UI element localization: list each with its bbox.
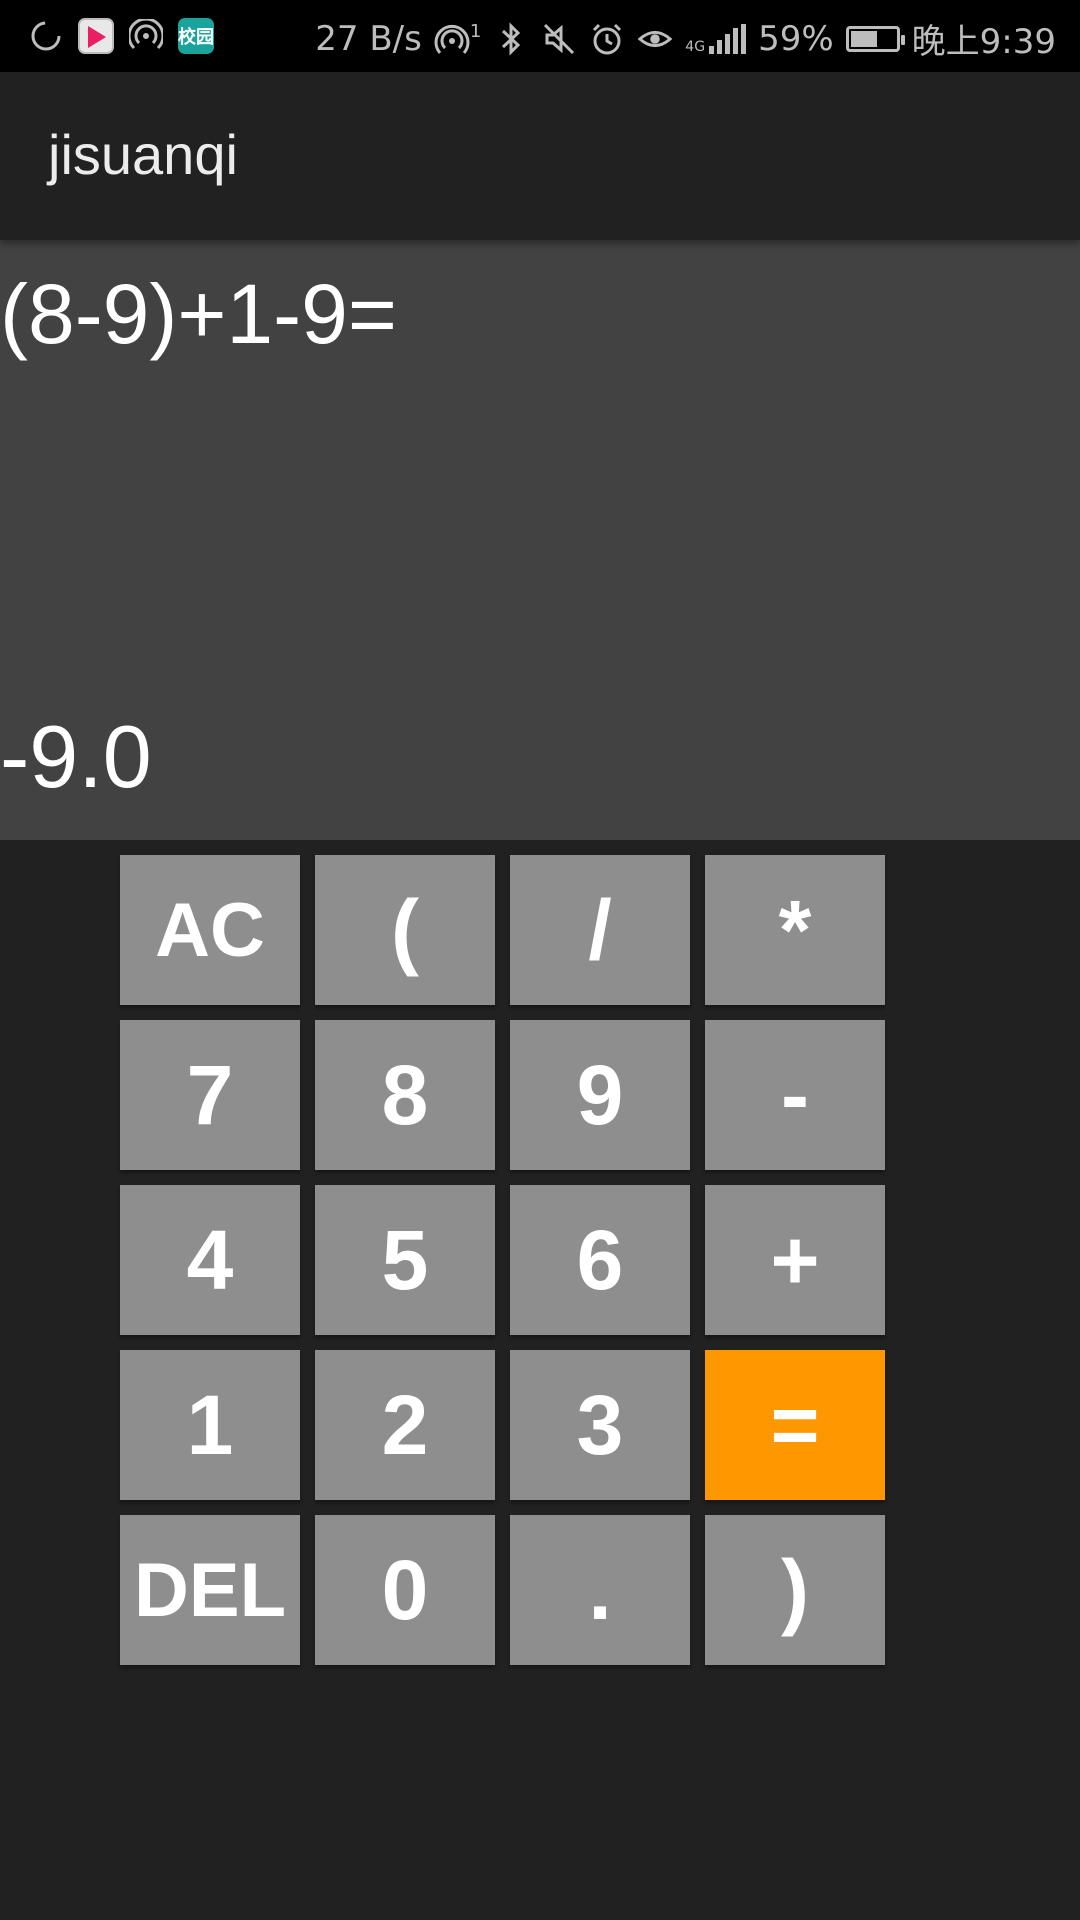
network-speed: 27 B/s	[315, 18, 422, 59]
two-button[interactable]: 2	[315, 1350, 495, 1500]
battery-percent: 59%	[758, 18, 834, 59]
network-type: 4G	[685, 38, 706, 55]
result-text: -9.0	[0, 707, 152, 806]
loading-icon	[28, 18, 64, 54]
open-paren-button[interactable]: (	[315, 855, 495, 1005]
bluetooth-icon	[493, 21, 529, 57]
one-button[interactable]: 1	[120, 1350, 300, 1500]
six-button[interactable]: 6	[510, 1185, 690, 1335]
app-title: jisuanqi	[48, 123, 238, 186]
nine-button[interactable]: 9	[510, 1020, 690, 1170]
status-system-icons: 27 B/s 1 4G 59% 晚上9:39	[315, 14, 1056, 63]
zero-button[interactable]: 0	[315, 1515, 495, 1665]
status-bar: 校园 27 B/s 1 4G 59% 晚上9:39	[0, 0, 1080, 72]
clock: 晚上9:39	[911, 22, 1056, 62]
campus-app-icon: 校园	[178, 18, 214, 54]
calculator-display: (8-9)+1-9= -9.0	[0, 240, 1080, 840]
eight-button[interactable]: 8	[315, 1020, 495, 1170]
signal-strength-icon	[709, 23, 747, 54]
expression-text: (8-9)+1-9=	[0, 267, 397, 361]
youku-app-icon	[78, 18, 114, 54]
equals-button[interactable]: =	[705, 1350, 885, 1500]
decimal-button[interactable]: .	[510, 1515, 690, 1665]
cellular-signal: 4G	[685, 23, 747, 55]
close-paren-button[interactable]: )	[705, 1515, 885, 1665]
minus-button[interactable]: -	[705, 1020, 885, 1170]
battery-icon	[845, 25, 905, 52]
three-button[interactable]: 3	[510, 1350, 690, 1500]
ac-button[interactable]: AC	[120, 855, 300, 1005]
multiply-button[interactable]: *	[705, 855, 885, 1005]
hotspot-count: 1	[469, 21, 482, 42]
plus-button[interactable]: +	[705, 1185, 885, 1335]
four-button[interactable]: 4	[120, 1185, 300, 1335]
app-bar: jisuanqi	[0, 72, 1080, 240]
delete-button[interactable]: DEL	[120, 1515, 300, 1665]
status-notification-icons: 校园	[28, 18, 214, 54]
eye-comfort-icon	[637, 21, 673, 57]
hotspot-signal-icon	[434, 21, 470, 57]
five-button[interactable]: 5	[315, 1185, 495, 1335]
hotspot-icon	[128, 18, 164, 54]
keypad: AC(/ * 7 8 9- 4 5 6 +1 2 3 = DEL 0.)	[120, 855, 885, 1665]
mute-icon	[541, 21, 577, 57]
seven-button[interactable]: 7	[120, 1020, 300, 1170]
divide-button[interactable]: /	[510, 855, 690, 1005]
alarm-icon	[589, 21, 625, 57]
